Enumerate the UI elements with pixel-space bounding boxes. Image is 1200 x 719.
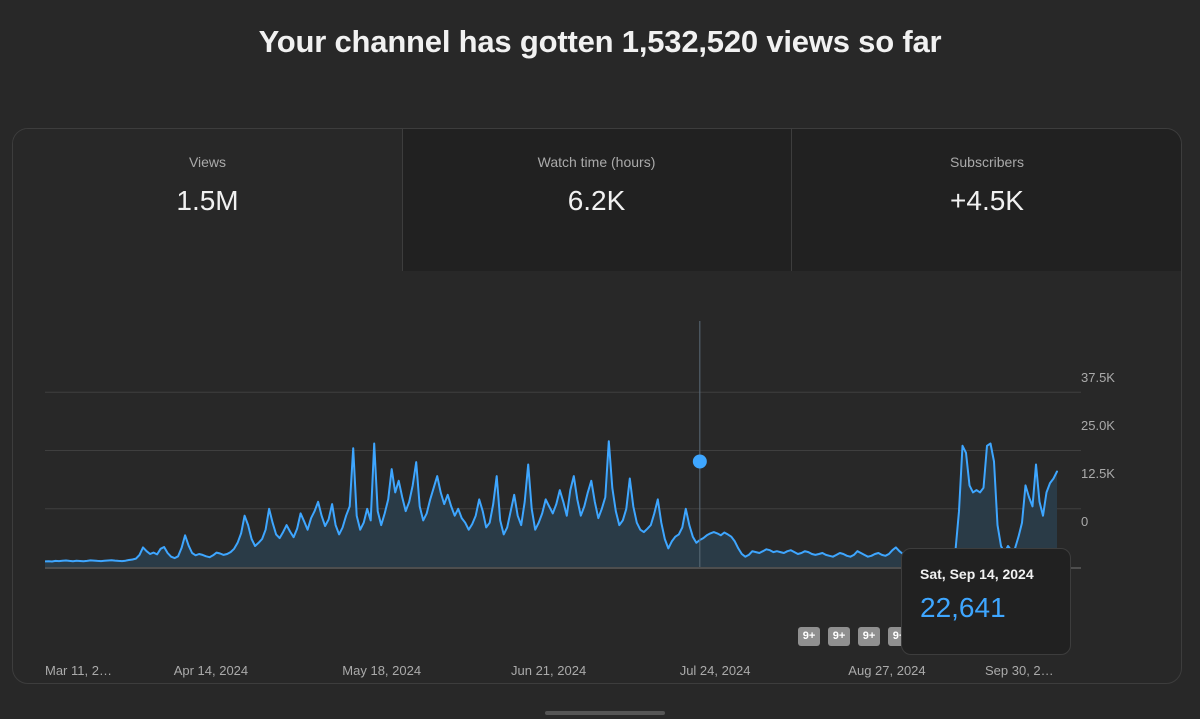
x-axis-tick-1: Apr 14, 2024 <box>173 663 249 678</box>
x-axis-tick-3: Jun 21, 2024 <box>511 663 587 678</box>
horizontal-scrollbar[interactable] <box>545 711 665 715</box>
metric-tab-views-value: 1.5M <box>176 185 239 216</box>
y-axis-tick-0: 0 <box>1081 514 1089 529</box>
metric-tab-views-label: Views <box>188 154 227 170</box>
metric-tabs: Views 1.5M Watch time (hours) 6.2K Subsc… <box>13 129 1181 271</box>
video-count-badge[interactable]: 9+ <box>858 627 880 646</box>
x-axis-tick-6: Sep 30, 2… <box>985 663 1054 678</box>
chart-y-axis: 37.5K 25.0K 12.5K 0 <box>1081 321 1171 621</box>
y-axis-tick-12500: 12.5K <box>1081 466 1115 481</box>
metric-tab-watch-time[interactable]: Watch time (hours) 6.2K <box>402 129 791 271</box>
metric-tab-subscribers[interactable]: Subscribers +4.5K <box>791 129 1181 271</box>
chart-highlight-point[interactable] <box>692 454 707 469</box>
views-chart[interactable]: 37.5K 25.0K 12.5K 0 Mar 11, 2… Apr 14, 20… <box>13 271 1181 683</box>
chart-area-fill <box>45 441 1057 567</box>
x-axis-tick-2: May 18, 2024 <box>342 663 422 678</box>
x-axis-tick-4: Jul 24, 2024 <box>679 663 751 678</box>
video-count-badge[interactable]: 9+ <box>828 627 850 646</box>
x-axis-tick-0: Mar 11, 2… <box>45 663 112 678</box>
metric-tab-watch-time-label: Watch time (hours) <box>537 154 656 170</box>
metric-tab-subscribers-value: +4.5K <box>950 185 1024 216</box>
tooltip-date: Sat, Sep 14, 2024 <box>920 566 1034 582</box>
page-title: Your channel has gotten 1,532,520 views … <box>258 24 942 59</box>
youtube-studio-analytics-card: Your channel has gotten 1,532,520 views … <box>0 0 1200 719</box>
x-axis-tick-5: Aug 27, 2024 <box>848 663 926 678</box>
video-count-badge[interactable]: 9+ <box>798 627 820 646</box>
tooltip-value: 22,641 <box>920 592 1006 623</box>
chart-x-axis: Mar 11, 2… Apr 14, 2024 May 18, 2024 Jun 21… <box>45 663 1075 683</box>
analytics-card: Views 1.5M Watch time (hours) 6.2K Subsc… <box>12 128 1182 684</box>
metric-tab-watch-time-value: 6.2K <box>567 185 626 216</box>
chart-tooltip: Sat, Sep 14, 2024 22,641 <box>901 548 1071 655</box>
metric-tab-subscribers-label: Subscribers <box>950 154 1024 170</box>
y-axis-tick-37500: 37.5K <box>1081 370 1115 385</box>
metric-tab-views[interactable]: Views 1.5M <box>13 129 402 271</box>
y-axis-tick-25000: 25.0K <box>1081 418 1115 433</box>
